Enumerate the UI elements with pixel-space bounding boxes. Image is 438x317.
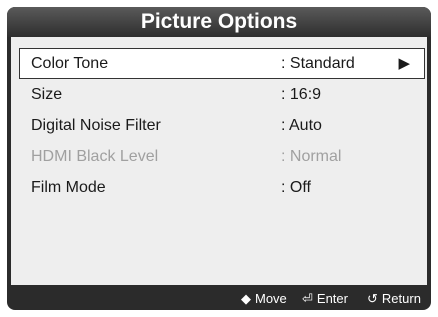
option-value: : Standard — [281, 55, 355, 72]
hint-enter-label: Enter — [316, 291, 348, 306]
option-hdmi-black-level: HDMI Black Level : Normal — [20, 142, 424, 171]
picture-options-dialog: Picture Options Color Tone : Standard ▶ … — [7, 7, 431, 310]
option-value: : Auto — [281, 117, 322, 134]
option-color-tone[interactable]: Color Tone : Standard ▶ — [19, 48, 425, 79]
hint-enter[interactable]: ⏎ Enter — [302, 291, 348, 307]
options-list: Color Tone : Standard ▶ Size : 16:9 Digi… — [11, 37, 427, 285]
option-value: : Off — [281, 179, 311, 196]
button-hints: ◆ Move ⏎ Enter ↺ Return — [7, 285, 431, 310]
option-label: Size — [31, 86, 63, 103]
option-label: Digital Noise Filter — [31, 117, 161, 134]
enter-icon: ⏎ — [302, 291, 313, 306]
option-film-mode[interactable]: Film Mode : Off — [20, 173, 424, 202]
option-size[interactable]: Size : 16:9 — [20, 80, 424, 109]
hint-move-label: Move — [255, 291, 287, 306]
hint-return-label: Return — [381, 291, 421, 306]
option-value: : Normal — [281, 148, 342, 165]
title-bar: Picture Options — [7, 7, 431, 37]
dialog-title: Picture Options — [140, 10, 298, 33]
move-icon: ◆ — [241, 291, 251, 306]
option-label: HDMI Black Level — [31, 148, 159, 165]
option-digital-noise-filter[interactable]: Digital Noise Filter : Auto — [20, 111, 424, 140]
option-value: : 16:9 — [281, 86, 322, 103]
return-icon: ↺ — [367, 291, 378, 306]
hint-move[interactable]: ◆ Move — [241, 291, 287, 307]
hint-return[interactable]: ↺ Return — [367, 291, 421, 307]
option-label: Film Mode — [31, 179, 106, 196]
option-label: Color Tone — [31, 55, 109, 72]
right-arrow-icon: ▶ — [398, 55, 410, 72]
